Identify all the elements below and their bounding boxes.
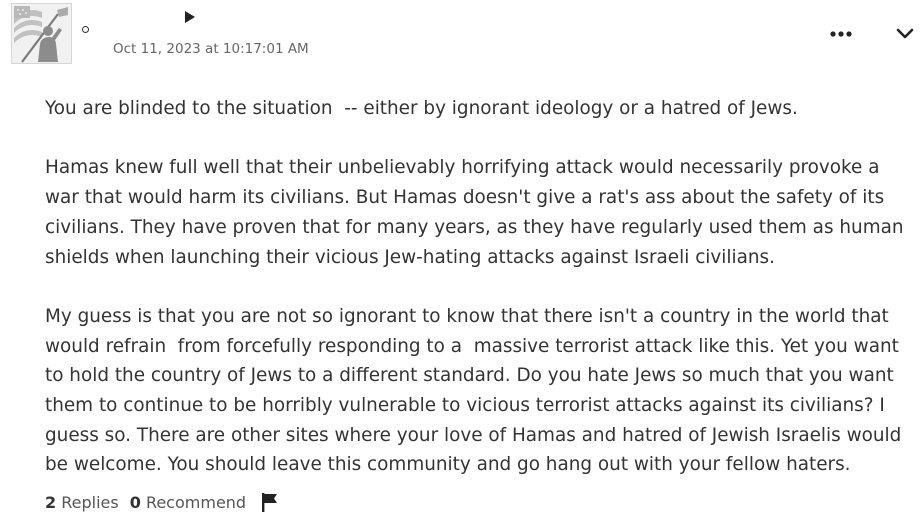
replies-count: 2 bbox=[45, 492, 57, 512]
comment-paragraph: My guess is that you are not so ignorant… bbox=[45, 305, 908, 476]
recommend-button[interactable]: 0 Recommend bbox=[130, 493, 246, 512]
play-triangle-icon[interactable] bbox=[184, 11, 196, 23]
comment-footer: 2 Replies 0 Recommend bbox=[45, 490, 278, 514]
recommend-label: Recommend bbox=[145, 492, 247, 512]
flag-icon[interactable] bbox=[260, 492, 278, 512]
replies-link[interactable]: 2 Replies bbox=[45, 493, 119, 512]
collapse-button[interactable] bbox=[892, 22, 918, 46]
avatar[interactable] bbox=[11, 3, 72, 64]
comment-body: You are blinded to the situation -- eith… bbox=[45, 94, 917, 510]
comment-card: Oct 11, 2023 at 10:17:01 AM You are blin… bbox=[0, 0, 920, 524]
author-name[interactable] bbox=[96, 20, 156, 38]
author-status-icon bbox=[82, 26, 89, 33]
more-options-button[interactable] bbox=[826, 22, 856, 46]
recommend-count: 0 bbox=[129, 492, 141, 512]
replies-label: Replies bbox=[61, 492, 119, 512]
chevron-down-icon bbox=[896, 28, 914, 39]
comment-paragraph: You are blinded to the situation -- eith… bbox=[45, 98, 798, 119]
comment-paragraph: Hamas knew full well that their unbeliev… bbox=[45, 157, 910, 268]
comment-timestamp[interactable]: Oct 11, 2023 at 10:17:01 AM bbox=[113, 41, 309, 57]
avatar-flag-person-icon bbox=[12, 4, 71, 63]
ellipsis-icon bbox=[830, 31, 852, 37]
